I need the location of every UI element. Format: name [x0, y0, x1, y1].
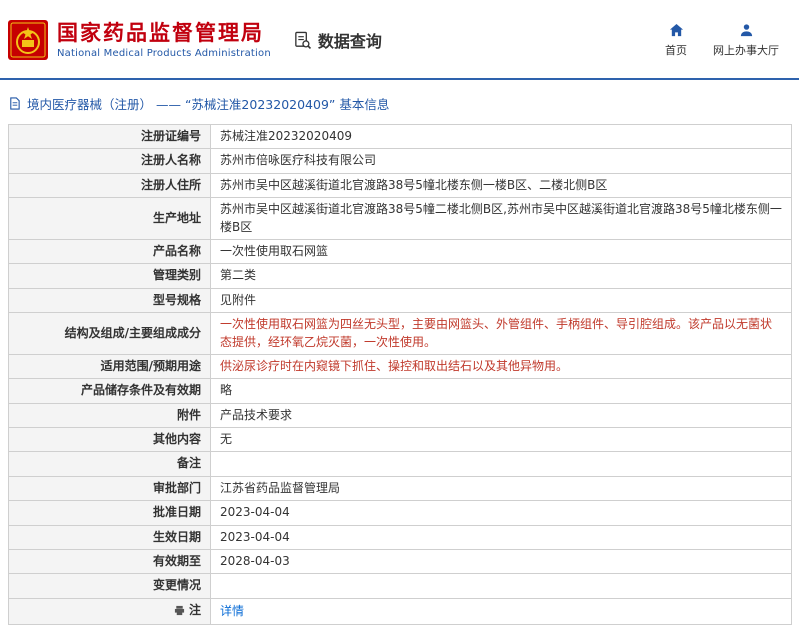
table-row: 批准日期 2023-04-04 [8, 500, 792, 526]
table-row: 注册人住所 苏州市吴中区越溪街道北官渡路38号5幢北楼东侧一楼B区、二楼北侧B区 [8, 172, 792, 199]
table-row: 注 详情 [8, 597, 792, 625]
field-value: 苏州市吴中区越溪街道北官渡路38号5幢北楼东侧一楼B区、二楼北侧B区 [210, 172, 792, 199]
field-value: 一次性使用取石网篮 [210, 238, 792, 265]
field-value: 略 [210, 378, 792, 404]
field-label: 批准日期 [8, 500, 211, 526]
top-nav: 首页 网上办事大厅 [665, 23, 779, 58]
home-icon [669, 23, 684, 38]
table-row: 生效日期 2023-04-04 [8, 524, 792, 551]
table-row: 备注 [8, 451, 792, 477]
person-icon [739, 23, 754, 38]
field-value: 2028-04-03 [210, 549, 792, 575]
field-label: 生效日期 [8, 524, 211, 551]
field-label: 备注 [8, 451, 211, 477]
field-value: 见附件 [210, 287, 792, 314]
data-query-icon [293, 31, 312, 50]
field-value: 详情 [210, 597, 792, 625]
table-row: 附件 产品技术要求 [8, 402, 792, 429]
field-label: 生产地址 [8, 197, 211, 240]
org-name-en: National Medical Products Administration [57, 48, 271, 60]
table-row: 结构及组成/主要组成成分 一次性使用取石网篮为四丝无头型，主要由网篮头、外管组件、… [8, 312, 792, 355]
table-row: 适用范围/预期用途 供泌尿诊疗时在内窥镜下抓住、操控和取出结石以及其他异物用。 [8, 353, 792, 380]
field-label: 产品储存条件及有效期 [8, 378, 211, 404]
field-label: 结构及组成/主要组成成分 [8, 312, 211, 355]
info-table: 注册证编号 苏械注准20232020409 注册人名称 苏州市倍咏医疗科技有限公司 … [8, 123, 792, 625]
table-row: 型号规格 见附件 [8, 287, 792, 314]
field-value: 江苏省药品监督管理局 [210, 475, 792, 502]
field-label: 有效期至 [8, 549, 211, 575]
site-header: 国家药品监督管理局 National Medical Products Admi… [0, 0, 799, 78]
table-row: 变更情况 [8, 573, 792, 599]
nmpa-emblem-logo [8, 20, 48, 60]
field-label: 附件 [8, 402, 211, 429]
field-value: 一次性使用取石网篮为四丝无头型，主要由网篮头、外管组件、手柄组件、导引腔组成。该… [210, 312, 792, 355]
field-value: 苏械注准20232020409 [210, 123, 792, 150]
table-row: 管理类别 第二类 [8, 263, 792, 289]
breadcrumb-text: 境内医疗器械（注册） —— “苏械注准20232020409” 基本信息 [27, 97, 390, 112]
field-label: 注 [8, 597, 211, 625]
field-value: 2023-04-04 [210, 524, 792, 551]
field-label: 注册人住所 [8, 172, 211, 199]
field-value: 第二类 [210, 263, 792, 289]
document-icon [8, 97, 21, 110]
table-row: 生产地址 苏州市吴中区越溪街道北官渡路38号5幢二楼北侧B区,苏州市吴中区越溪街道… [8, 197, 792, 240]
field-value: 2023-04-04 [210, 500, 792, 526]
table-row: 产品名称 一次性使用取石网篮 [8, 238, 792, 265]
nav-home[interactable]: 首页 [665, 23, 687, 58]
field-value: 无 [210, 427, 792, 453]
table-row: 注册证编号 苏械注准20232020409 [8, 123, 792, 150]
nav-service-hall-label: 网上办事大厅 [713, 43, 779, 57]
field-value: 苏州市吴中区越溪街道北官渡路38号5幢二楼北侧B区,苏州市吴中区越溪街道北官渡路… [210, 197, 792, 240]
table-row: 其他内容无 [8, 427, 792, 453]
field-label: 管理类别 [8, 263, 211, 289]
table-row: 产品储存条件及有效期略 [8, 378, 792, 404]
details-link[interactable]: 详情 [220, 604, 244, 618]
breadcrumb: 境内医疗器械（注册） —— “苏械注准20232020409” 基本信息 [8, 94, 791, 113]
brand-text: 国家药品监督管理局 National Medical Products Admi… [57, 21, 271, 59]
table-row: 有效期至 2028-04-03 [8, 549, 792, 575]
field-label: 适用范围/预期用途 [8, 353, 211, 380]
field-value: 苏州市倍咏医疗科技有限公司 [210, 148, 792, 174]
field-value [210, 451, 792, 477]
field-label: 注册证编号 [8, 123, 211, 150]
field-label: 注册人名称 [8, 148, 211, 174]
field-label: 审批部门 [8, 475, 211, 502]
field-value [210, 573, 792, 599]
nav-data-query[interactable]: 数据查询 [293, 28, 382, 52]
field-label: 型号规格 [8, 287, 211, 314]
note-icon [174, 605, 185, 616]
brand: 国家药品监督管理局 National Medical Products Admi… [8, 20, 271, 60]
nav-service-hall[interactable]: 网上办事大厅 [713, 23, 779, 58]
data-query-label: 数据查询 [317, 32, 382, 51]
table-row: 注册人名称 苏州市倍咏医疗科技有限公司 [8, 148, 792, 174]
field-label: 产品名称 [8, 238, 211, 265]
table-row: 审批部门 江苏省药品监督管理局 [8, 475, 792, 502]
field-label-text: 注 [188, 602, 201, 617]
field-value: 供泌尿诊疗时在内窥镜下抓住、操控和取出结石以及其他异物用。 [210, 353, 792, 380]
org-name-cn: 国家药品监督管理局 [57, 20, 264, 45]
field-label: 其他内容 [8, 427, 211, 453]
header-divider [0, 78, 799, 80]
field-value: 产品技术要求 [210, 402, 792, 429]
nav-home-label: 首页 [665, 43, 687, 57]
field-label: 变更情况 [8, 573, 211, 599]
